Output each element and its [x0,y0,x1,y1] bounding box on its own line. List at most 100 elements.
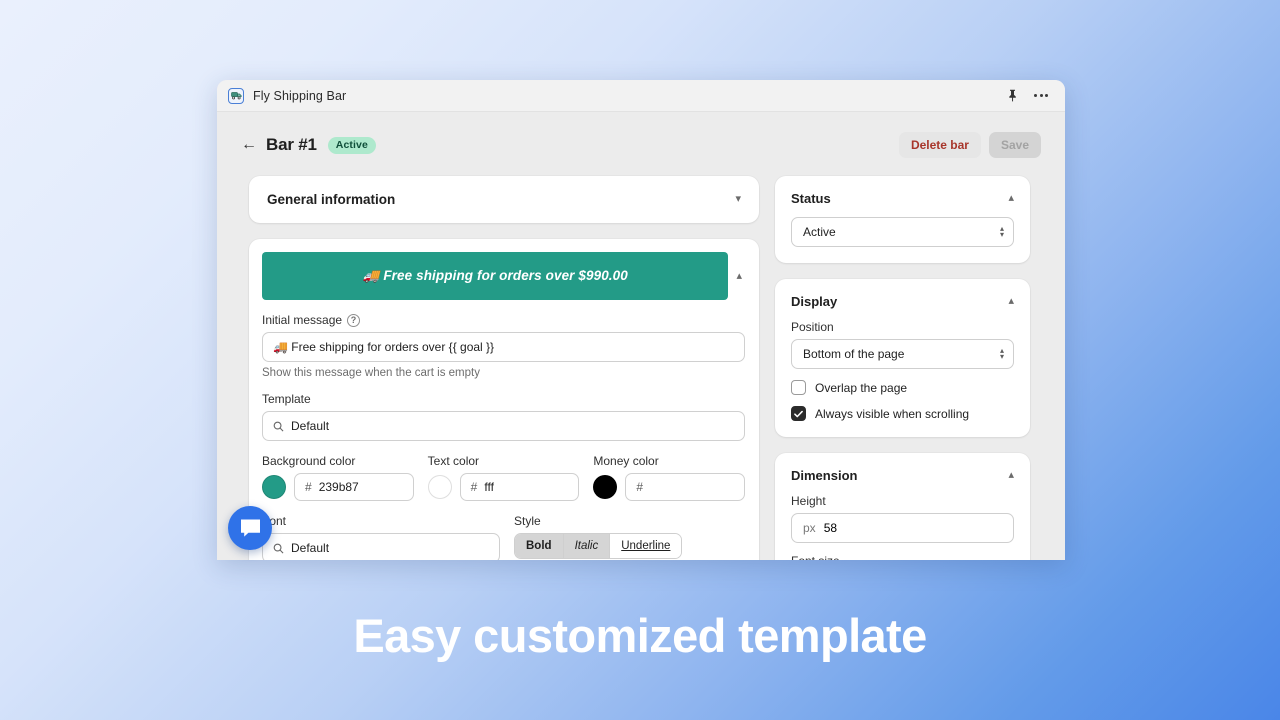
always-visible-label: Always visible when scrolling [815,406,970,421]
truck-icon [228,87,244,104]
text-color-input[interactable]: # fff [459,473,580,501]
overlap-label: Overlap the page [815,380,908,395]
initial-message-label-row: Initial message ? [262,313,745,327]
preview-row: 🚚 Free shipping for orders over $990.00 … [262,252,745,300]
template-value: Default [291,419,330,433]
chevron-down-icon[interactable]: ▾ [735,194,741,205]
display-card: Display ▴ Position Bottom of the page ▴ ▾… [775,279,1030,437]
always-visible-checkbox[interactable] [791,406,806,421]
background-color-line: # 239b87 [262,473,414,501]
height-value: 58 [823,521,838,535]
general-information-header[interactable]: General information ▾ [249,176,759,223]
always-visible-checkbox-row[interactable]: Always visible when scrolling [791,406,1014,421]
position-select[interactable]: Bottom of the page ▴ ▾ [791,339,1014,369]
status-select[interactable]: Active ▴ ▾ [791,217,1014,247]
chevron-up-icon[interactable]: ▴ [1008,193,1014,204]
style-group: Style Bold Italic Underline [514,514,745,559]
money-color-swatch[interactable] [593,475,618,499]
position-select-value: Bottom of the page [803,347,905,361]
page-header: ← Bar #1 Active Delete bar Save [217,112,1065,160]
background-color-input[interactable]: # 239b87 [294,473,414,501]
height-input[interactable]: px 58 [791,513,1014,543]
main-column: General information ▾ 🚚 Free shipping fo… [249,176,759,560]
font-label: Font [262,514,287,528]
money-color-line: # [593,473,746,501]
text-color-group: Text color # fff [427,454,580,501]
chevron-updown-icon: ▴ ▾ [999,346,1004,361]
font-style-row: Font Default Style Bold Italic Underline [262,514,745,560]
back-arrow-icon[interactable]: ← [241,137,257,153]
hash-symbol: # [470,480,478,494]
style-option-underline[interactable]: Underline [610,534,682,558]
font-size-label: Font size [791,554,1014,560]
template-input[interactable]: Default [262,411,745,441]
style-segmented-control[interactable]: Bold Italic Underline [514,533,683,559]
general-information-card[interactable]: General information ▾ [249,176,759,223]
money-color-label: Money color [593,454,659,468]
chevron-up-icon[interactable]: ▴ [1008,470,1014,481]
pin-icon[interactable] [1002,86,1022,106]
search-icon [273,543,284,554]
initial-message-field: Initial message ? 🚚 Free shipping for or… [262,313,745,379]
chevron-up-icon[interactable]: ▴ [736,252,745,282]
window-titlebar: Fly Shipping Bar [217,80,1065,112]
initial-message-input[interactable]: 🚚 Free shipping for orders over {{ goal … [262,332,745,362]
display-card-title: Display [791,294,838,309]
bar-preview-banner: 🚚 Free shipping for orders over $990.00 [262,252,729,300]
chat-bubble-icon[interactable] [228,506,272,550]
status-select-value: Active [803,225,836,239]
text-color-swatch[interactable] [427,475,452,499]
status-badge: Active [327,136,376,154]
font-value: Default [291,541,330,555]
dimension-card: Dimension ▴ Height px 58 Font size px 16 [775,453,1030,560]
overlap-checkbox-row[interactable]: Overlap the page [791,380,1014,395]
background-color-group: Background color # 239b87 [262,454,414,501]
app-window: Fly Shipping Bar ← Bar #1 Active Delete … [217,80,1065,560]
position-label: Position [791,320,834,334]
ellipsis-icon[interactable] [1031,86,1051,106]
font-group: Font Default [262,514,500,560]
page-content: General information ▾ 🚚 Free shipping fo… [217,160,1065,560]
app-title: Fly Shipping Bar [253,88,347,103]
background-color-swatch[interactable] [262,475,286,499]
page-title: Bar #1 [266,135,317,154]
style-label: Style [514,514,541,528]
text-color-label: Text color [427,454,480,468]
style-option-bold[interactable]: Bold [515,534,564,558]
question-mark-icon[interactable]: ? [347,313,361,327]
initial-message-hint: Show this message when the cart is empty [262,367,480,379]
bar-preview-card: 🚚 Free shipping for orders over $990.00 … [249,239,759,560]
height-unit: px [803,521,816,535]
template-label: Template [262,392,311,406]
template-field: Template Default [262,392,745,441]
style-option-italic[interactable]: Italic [563,534,611,558]
chevron-updown-icon: ▴ ▾ [999,224,1004,239]
hash-symbol: # [636,480,644,494]
status-card-header[interactable]: Status ▴ [791,191,1014,206]
general-information-title: General information [267,192,396,207]
text-color-value: fff [484,480,494,494]
status-card: Status ▴ Active ▴ ▾ [775,176,1030,263]
sidebar-column: Status ▴ Active ▴ ▾ Display ▴ Position B… [775,176,1030,560]
search-icon [273,421,284,432]
text-color-line: # fff [427,473,580,501]
status-card-title: Status [791,191,831,206]
font-input[interactable]: Default [262,533,500,560]
hash-symbol: # [305,480,312,494]
delete-bar-button[interactable]: Delete bar [898,132,981,158]
background-color-value: 239b87 [318,480,359,494]
promo-screenshot: Fly Shipping Bar ← Bar #1 Active Delete … [0,0,1280,720]
display-card-header[interactable]: Display ▴ [791,294,1014,309]
initial-message-label: Initial message [262,313,343,327]
save-button[interactable]: Save [988,132,1041,158]
overlap-checkbox[interactable] [791,380,806,395]
money-color-input[interactable]: # [625,473,746,501]
height-label: Height [791,494,826,508]
dimension-card-title: Dimension [791,468,858,483]
chevron-up-icon[interactable]: ▴ [1008,296,1014,307]
money-color-group: Money color # [593,454,746,501]
background-color-label: Background color [262,454,356,468]
dimension-card-header[interactable]: Dimension ▴ [791,468,1014,483]
promo-caption: Easy customized template [353,609,927,662]
color-row: Background color # 239b87 Text color # f… [262,454,746,501]
